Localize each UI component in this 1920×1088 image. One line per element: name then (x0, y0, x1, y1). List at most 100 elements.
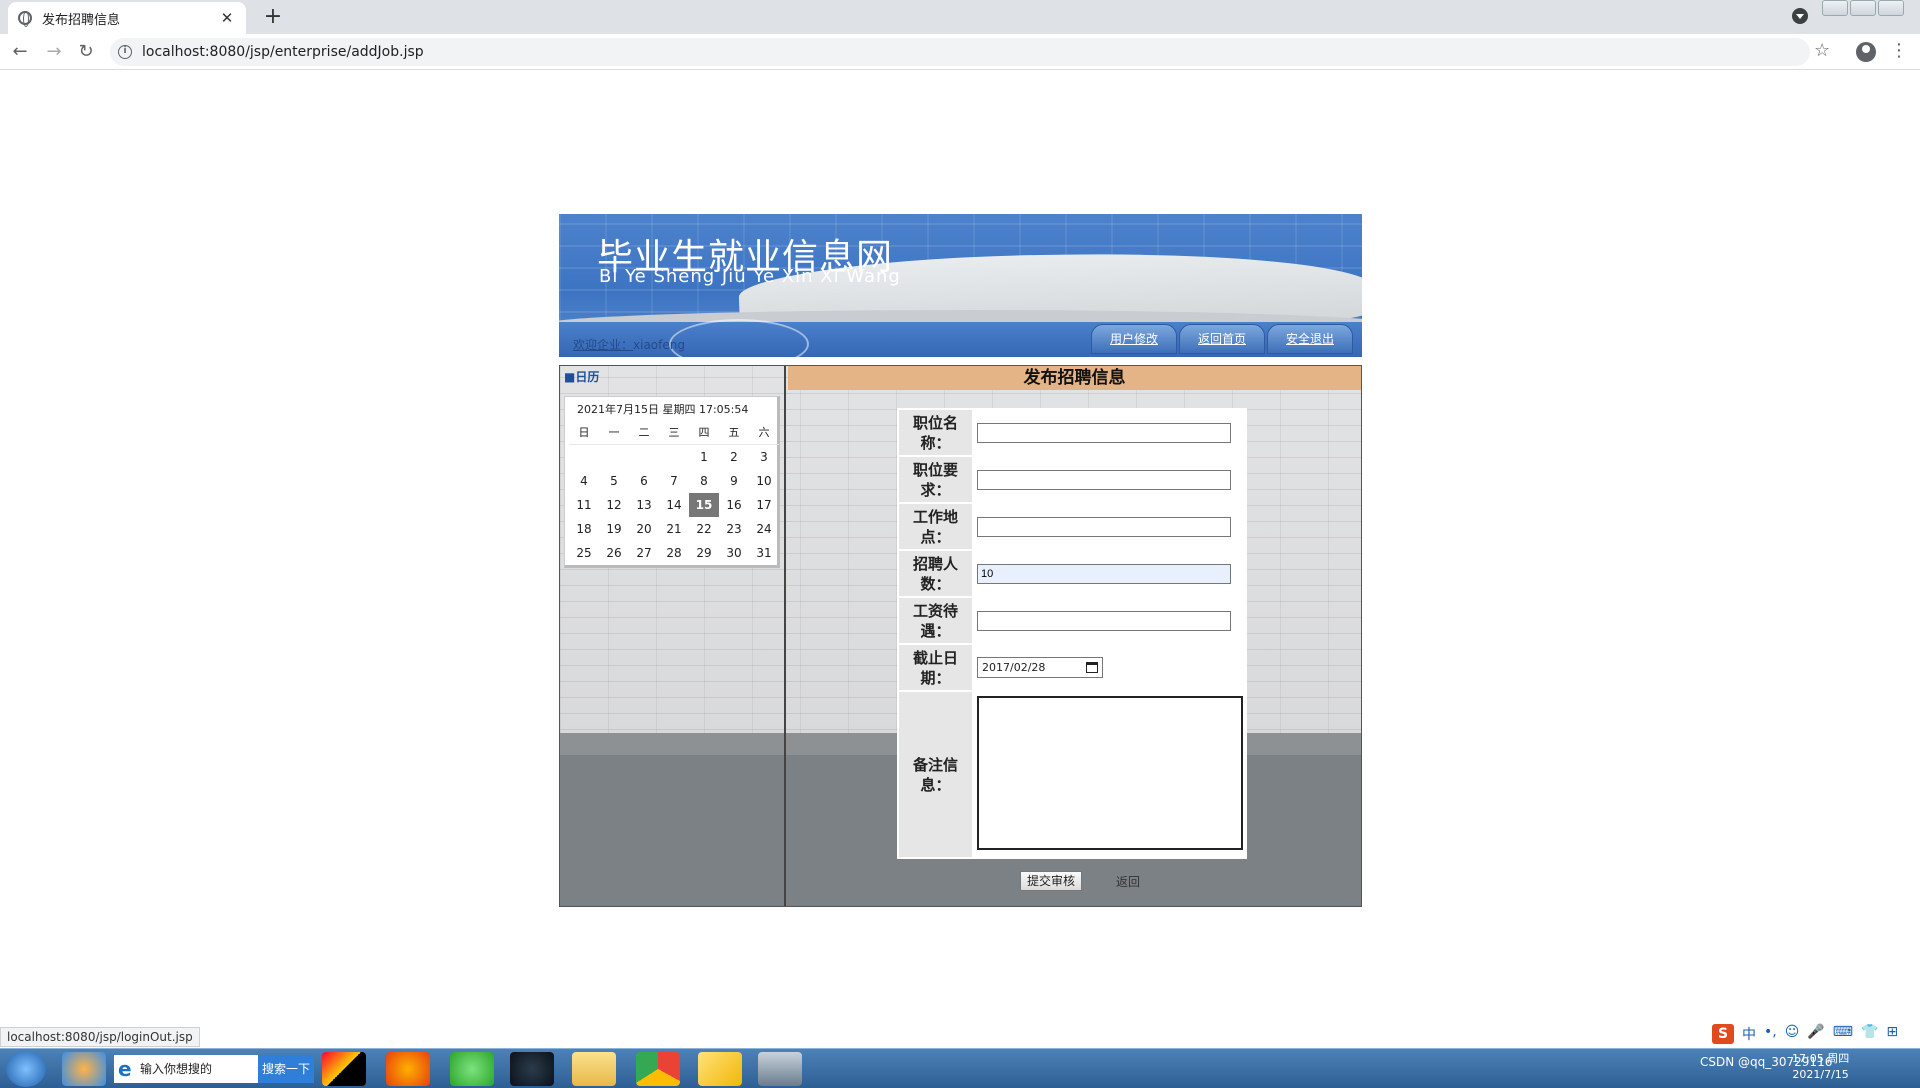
calendar-day[interactable]: 19 (599, 517, 629, 541)
logout-button[interactable]: 安全退出 (1267, 324, 1353, 354)
calendar-day[interactable]: 26 (599, 541, 629, 565)
taskbar-clock[interactable]: 17:05 周四 2021/7/15 (1792, 1051, 1849, 1083)
form-row: 工资待遇： (897, 596, 1247, 645)
ime-keyboard-icon[interactable]: ⌨ (1833, 1024, 1853, 1044)
calendar-day[interactable]: 22 (689, 517, 719, 541)
back-link[interactable]: 返回 (1116, 873, 1140, 890)
wechat-icon[interactable] (450, 1052, 494, 1086)
chrome-icon[interactable] (636, 1052, 680, 1086)
headcount-input[interactable] (977, 563, 1231, 584)
start-button[interactable] (6, 1051, 46, 1087)
ime-skin-icon[interactable]: 👕 (1861, 1024, 1878, 1044)
salary-input[interactable] (977, 610, 1231, 631)
calendar-day[interactable]: 10 (749, 469, 779, 493)
tab-search-icon[interactable] (1792, 8, 1808, 24)
calendar-day[interactable]: 14 (659, 493, 689, 517)
work-location-input[interactable] (977, 516, 1231, 537)
form-actions: 提交审核 返回 (1020, 871, 1140, 891)
calendar-day[interactable]: 23 (719, 517, 749, 541)
calendar-day[interactable]: 6 (629, 469, 659, 493)
address-bar[interactable]: i localhost:8080/jsp/enterprise/addJob.j… (110, 38, 1810, 66)
reload-button[interactable]: ↻ (72, 40, 100, 64)
taskbar-search-button[interactable]: 搜索一下 (258, 1055, 314, 1083)
file-explorer-icon[interactable] (572, 1052, 616, 1086)
ime-punctuation-icon[interactable]: •, (1764, 1024, 1777, 1044)
calendar-weekday: 一 (599, 421, 629, 445)
calendar-day[interactable]: 21 (659, 517, 689, 541)
calendar-heading: ■日历 (564, 370, 600, 384)
firefox-icon[interactable] (386, 1052, 430, 1086)
calendar-day[interactable]: 25 (569, 541, 599, 565)
edit-user-button[interactable]: 用户修改 (1091, 324, 1177, 354)
job-requirement-input[interactable] (977, 469, 1231, 490)
folder-icon[interactable] (698, 1052, 742, 1086)
calendar-day[interactable]: 27 (629, 541, 659, 565)
calendar-day[interactable]: 16 (719, 493, 749, 517)
ime-toolbox-icon[interactable]: ⊞ (1886, 1024, 1898, 1044)
back-button[interactable]: ← (6, 40, 34, 64)
clock-date: 2021/7/15 (1792, 1068, 1849, 1081)
url-text[interactable]: localhost:8080/jsp/enterprise/addJob.jsp (142, 44, 424, 60)
form-row: 职位名称： (897, 408, 1247, 457)
minimize-button[interactable] (1822, 0, 1848, 16)
calendar-day[interactable]: 7 (659, 469, 689, 493)
calendar-day[interactable]: 29 (689, 541, 719, 565)
ime-voice-icon[interactable]: 🎤 (1807, 1024, 1824, 1044)
deadline-label: 截止日期： (897, 643, 974, 692)
calendar-day[interactable]: 4 (569, 469, 599, 493)
calendar-blank-cell (569, 445, 599, 469)
calendar-day[interactable]: 2 (719, 445, 749, 469)
taskbar-search-input[interactable]: e 输入你想搜的 (114, 1055, 258, 1083)
browser-tab[interactable]: 发布招聘信息 ✕ (8, 2, 246, 34)
headcount-label: 招聘人数： (897, 549, 974, 598)
ime-emoji-icon[interactable]: ☺ (1785, 1024, 1800, 1044)
tab-strip: 发布招聘信息 ✕ + (0, 0, 1920, 34)
calendar-day[interactable]: 13 (629, 493, 659, 517)
calendar-day[interactable]: 8 (689, 469, 719, 493)
salary-label: 工资待遇： (897, 596, 974, 645)
calendar-day[interactable]: 18 (569, 517, 599, 541)
form-row: 工作地点： (897, 502, 1247, 551)
profile-icon[interactable] (1856, 42, 1876, 62)
calendar-day[interactable]: 1 (689, 445, 719, 469)
sogou-ime-icon[interactable]: S (1712, 1024, 1734, 1044)
site-info-icon[interactable]: i (118, 45, 132, 59)
bookmark-star-icon[interactable]: ☆ (1814, 40, 1830, 61)
calendar-today[interactable]: 15 (689, 493, 719, 517)
close-window-button[interactable] (1878, 0, 1904, 16)
browser-menu-icon[interactable]: ⋮ (1890, 40, 1908, 61)
app-launcher-icon[interactable] (62, 1052, 106, 1086)
intellij-icon[interactable] (322, 1052, 366, 1086)
job-name-input[interactable] (977, 422, 1231, 443)
work-location-label: 工作地点： (897, 502, 974, 551)
new-tab-button[interactable]: + (260, 4, 286, 29)
calendar-day[interactable]: 31 (749, 541, 779, 565)
calendar-day[interactable]: 17 (749, 493, 779, 517)
home-button[interactable]: 返回首页 (1179, 324, 1265, 354)
calendar-day[interactable]: 3 (749, 445, 779, 469)
calendar-day[interactable]: 5 (599, 469, 629, 493)
calendar-day[interactable]: 24 (749, 517, 779, 541)
form-row: 备注信息： (897, 690, 1247, 859)
calendar-blank-cell (659, 445, 689, 469)
ime-language-toggle[interactable]: 中 (1742, 1024, 1756, 1044)
clock-time: 17:05 周四 (1792, 1052, 1850, 1065)
calendar-day[interactable]: 9 (719, 469, 749, 493)
calendar-day[interactable]: 30 (719, 541, 749, 565)
calendar-day[interactable]: 12 (599, 493, 629, 517)
remarks-textarea[interactable] (977, 695, 1243, 850)
network-app-icon[interactable] (758, 1052, 802, 1086)
calendar-day[interactable]: 11 (569, 493, 599, 517)
close-tab-icon[interactable]: ✕ (218, 9, 236, 27)
calendar: 2021年7月15日 星期四 17:05:54 日一二三四五六123456789… (564, 396, 780, 568)
calendar-grid: 日一二三四五六 1 2 3 4 5 6 7 8 9 10 11 12 13 14 15 16 17 18 19 20 21… (569, 421, 779, 565)
welcome-prefix[interactable]: 欢迎企业： (573, 338, 633, 352)
media-app-icon[interactable] (510, 1052, 554, 1086)
calendar-day[interactable]: 28 (659, 541, 689, 565)
submit-review-button[interactable]: 提交审核 (1020, 871, 1083, 891)
calendar-day[interactable]: 20 (629, 517, 659, 541)
maximize-button[interactable] (1850, 0, 1876, 16)
calendar-icon[interactable] (1086, 662, 1098, 673)
deadline-date-input[interactable]: 2017/02/28 (977, 657, 1103, 678)
forward-button[interactable]: → (40, 40, 68, 64)
